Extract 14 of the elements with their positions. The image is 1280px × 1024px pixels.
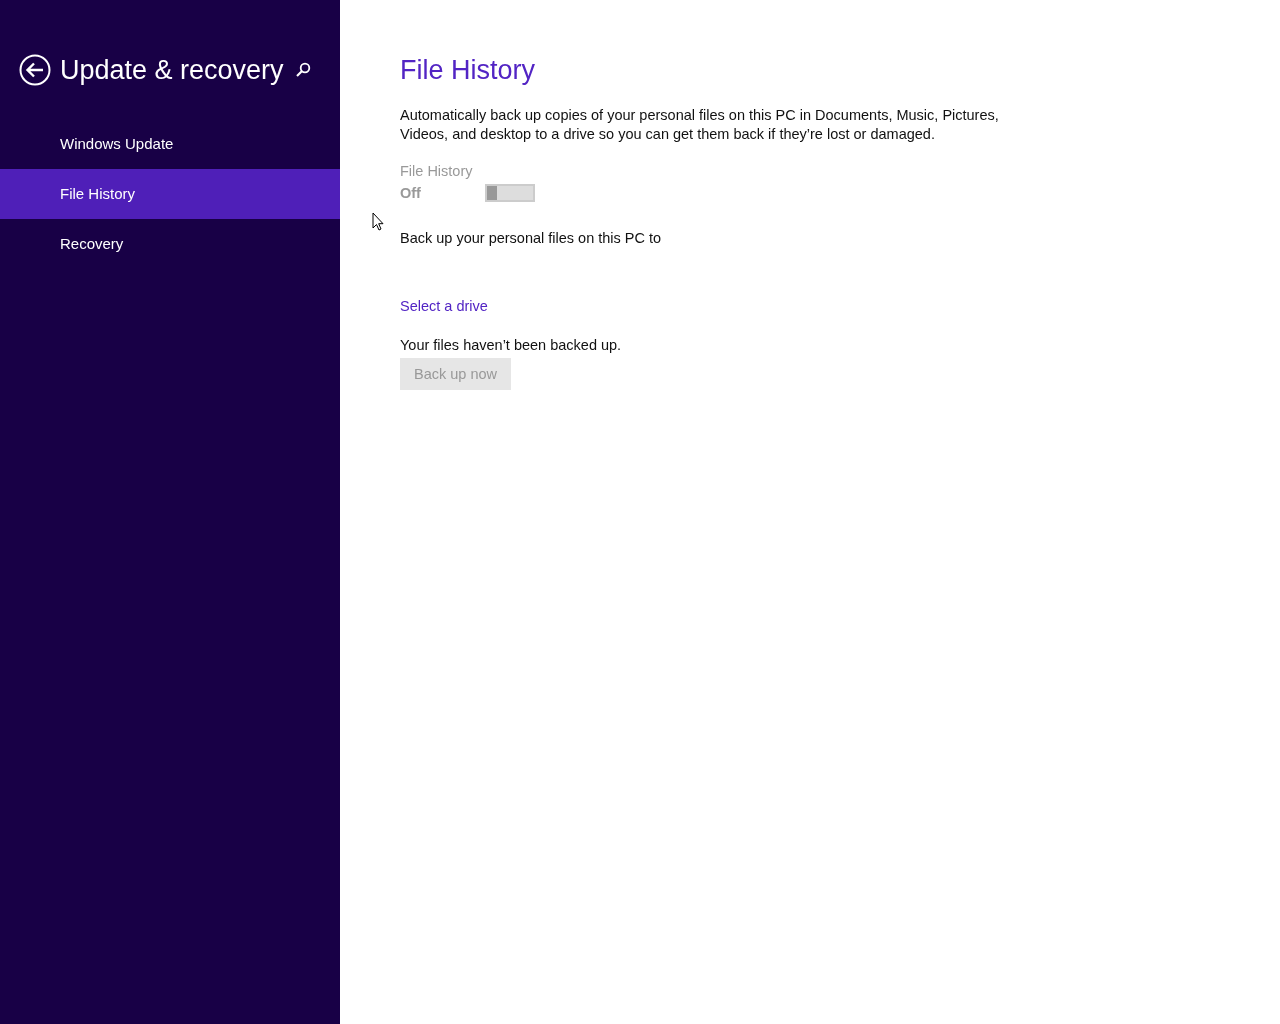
toggle-label: File History	[400, 163, 474, 179]
page-title: File History	[400, 54, 536, 87]
description-text: Automatically back up copies of your personal files on this PC in Documents, Music, Pictures, Videos, and desktop to a drive so you can get them back if they’re lost or damaged.	[400, 106, 1000, 144]
toggle-state-text: Off	[400, 185, 422, 201]
mouse-cursor-icon	[372, 212, 384, 231]
sidebar-title: Update & recovery	[60, 54, 285, 86]
back-icon[interactable]	[19, 54, 51, 86]
sidebar-item[interactable]: Windows Update	[0, 119, 340, 169]
select-drive-link[interactable]: Select a drive	[400, 298, 488, 314]
search-icon[interactable]	[295, 62, 311, 78]
backup-status-text: Your files haven’t been backed up.	[400, 337, 623, 353]
backup-target-text: Back up your personal files on this PC to	[400, 230, 663, 246]
sidebar-item[interactable]: Recovery	[0, 219, 340, 269]
sidebar-item[interactable]: File History	[0, 169, 340, 219]
